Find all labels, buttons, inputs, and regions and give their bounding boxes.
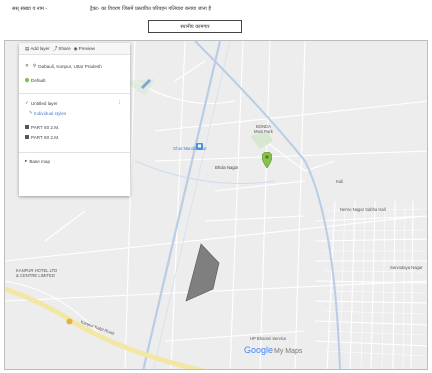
polygon-icon <box>25 135 29 139</box>
road-marker-icon <box>66 318 73 325</box>
google-logo-text: Google <box>244 345 274 355</box>
layers-panel: ▤ Add layer ⤴ Share ◉ Preview ✕ ⚲ Dabauli, … <box>19 43 130 196</box>
google-mymaps-logo: GoogleMy Maps <box>244 345 302 355</box>
polygon-icon <box>25 125 29 129</box>
preview-button[interactable]: ◉ Preview <box>74 46 95 52</box>
layer-item-2[interactable]: PART 60 2.M. <box>19 132 130 142</box>
layer-title[interactable]: Untitled layer <box>31 101 58 106</box>
header-box-text: स्थानीय कामगार <box>180 23 210 30</box>
search-result-text: Dabauli, Kanpur, Uttar Pradesh <box>38 63 102 69</box>
share-icon: ⤴ <box>52 45 58 51</box>
styles-icon: ✎ <box>29 110 33 115</box>
base-map-label: Base map <box>29 158 50 164</box>
layer-item-1[interactable]: PART 60 2.M. <box>19 122 130 132</box>
search-result[interactable]: ✕ ⚲ Dabauli, Kanpur, Uttar Pradesh <box>19 61 130 71</box>
map-label-right-2: Sarvodaya Nagar <box>390 265 423 270</box>
mymaps-logo-text: My Maps <box>274 348 303 355</box>
header-right-text: ट्रैक्ट- का विवरण जिसमें प्रस्तावित परिव… <box>90 6 212 12</box>
header-box: स्थानीय कामगार <box>148 20 242 33</box>
layer-menu-icon[interactable]: ⋮ <box>117 100 122 106</box>
styles-link-label[interactable]: Individual styles <box>34 111 66 116</box>
base-map-row[interactable]: ▸ Base map <box>19 156 130 166</box>
map-label-west-block: KANPUR HOTEL LTD & CENTRE LIMITED <box>16 268 58 278</box>
layer-checkbox-icon[interactable]: ✓ <box>25 100 29 106</box>
share-button[interactable]: ⤴ Share <box>53 46 71 52</box>
map-label-market: Bhola Nagar <box>215 165 239 170</box>
add-layer-button[interactable]: ▤ Add layer <box>25 46 50 52</box>
bus-stop-icon <box>196 143 203 150</box>
layer-header[interactable]: ✓ Untitled layer ⋮ <box>19 98 130 108</box>
map-label-area-top: BONDA Main Park <box>254 124 273 134</box>
pin-item[interactable]: Default <box>19 75 130 85</box>
layer-item-1-label: PART 60 2.M. <box>31 124 60 130</box>
search-icon: ⚲ <box>32 63 37 68</box>
preview-label: Preview <box>78 46 95 51</box>
layer-item-2-label: PART 60 2.M. <box>31 134 60 140</box>
pin-item-label: Default <box>31 77 46 83</box>
preview-icon: ◉ <box>73 45 78 51</box>
map-label-right-1: Nehru Nagar Sabha Hall <box>340 207 386 212</box>
pin-icon <box>24 77 30 83</box>
panel-toolbar: ▤ Add layer ⤴ Share ◉ Preview <box>19 43 130 55</box>
add-layer-icon: ▤ <box>25 45 30 51</box>
base-map-icon: ▸ <box>25 158 28 163</box>
location-pin-icon[interactable] <box>262 152 272 168</box>
styles-link[interactable]: ✎ Individual styles <box>19 108 130 118</box>
close-icon[interactable]: ✕ <box>25 63 29 69</box>
share-label: Share <box>58 46 71 51</box>
header-left-text: सस् संख्या व नाम - <box>12 6 48 12</box>
map-label-bottom: HP Bhoomi Service <box>250 336 287 341</box>
map-label-area-right: Kali <box>336 179 343 184</box>
add-layer-label: Add layer <box>30 46 50 51</box>
poi-icon <box>140 78 152 90</box>
